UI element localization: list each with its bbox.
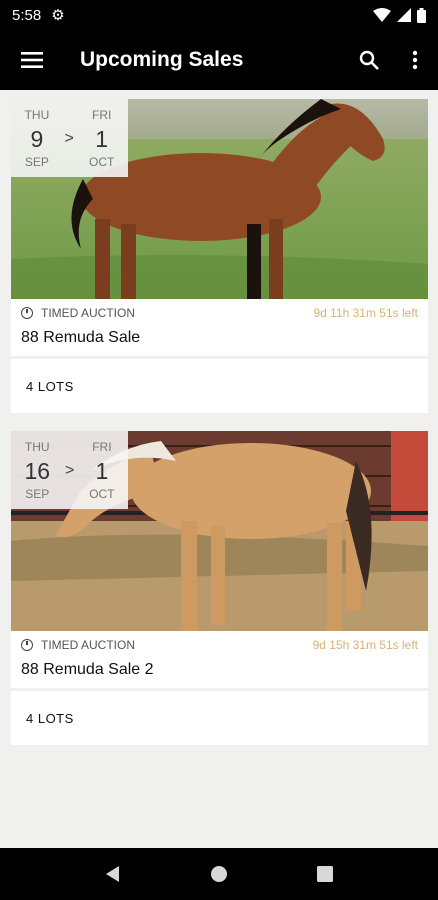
sale-image[interactable]: THU 9 SEP > FRI 1 OCT: [11, 99, 428, 299]
end-day-of-week: FRI: [92, 107, 112, 122]
settings-gear-icon: ⚙: [51, 7, 65, 24]
time-remaining: 9d 11h 31m 51s left: [313, 306, 418, 320]
end-month: OCT: [89, 154, 115, 169]
time-remaining: 9d 15h 31m 51s left: [312, 638, 418, 652]
sale-type: TIMED AUCTION: [41, 638, 136, 652]
lots-button[interactable]: 4 LOTS: [11, 359, 428, 413]
wifi-icon: [373, 8, 391, 22]
system-nav-bar: [0, 848, 438, 900]
end-day: 1: [95, 125, 109, 152]
start-month: SEP: [25, 486, 50, 501]
app-bar: Upcoming Sales: [0, 30, 438, 90]
start-day: 16: [24, 457, 51, 484]
status-time: 5:58: [12, 6, 42, 24]
sale-name: 88 Remuda Sale 2: [21, 661, 154, 678]
sale-name: 88 Remuda Sale: [21, 329, 141, 346]
status-bar: 5:58 ⚙: [0, 0, 438, 30]
end-day: 1: [95, 457, 109, 484]
start-day-of-week: THU: [24, 107, 50, 122]
more-vert-icon: [412, 50, 418, 70]
menu-button[interactable]: [0, 30, 64, 90]
date-range-separator: >: [64, 130, 74, 147]
start-day-of-week: THU: [24, 439, 50, 454]
sale-info[interactable]: TIMED AUCTION 9d 15h 31m 51s left 88 Rem…: [11, 631, 428, 688]
search-icon: [359, 50, 379, 70]
overflow-menu-button[interactable]: [392, 30, 438, 90]
recents-icon[interactable]: [316, 865, 334, 883]
battery-icon: [417, 7, 426, 23]
sale-dates: THU 9 SEP > FRI 1 OCT: [11, 99, 128, 177]
back-icon[interactable]: [104, 865, 122, 883]
sale-card[interactable]: THU 16 SEP > FRI 1 OCT TIMED AUCTION 9d …: [11, 431, 428, 745]
end-date: FRI 1 OCT: [89, 108, 114, 169]
end-month: OCT: [89, 486, 115, 501]
home-icon[interactable]: [210, 865, 228, 883]
end-day-of-week: FRI: [92, 439, 112, 454]
start-date: THU 16 SEP: [24, 440, 50, 501]
sale-card[interactable]: THU 9 SEP > FRI 1 OCT TIMED AUCTION 9d 1…: [11, 99, 428, 413]
page-title: Upcoming Sales: [80, 48, 244, 71]
search-button[interactable]: [346, 30, 392, 90]
sale-info[interactable]: TIMED AUCTION 9d 11h 31m 51s left 88 Rem…: [11, 299, 428, 356]
start-month: SEP: [24, 154, 49, 169]
start-day: 9: [30, 125, 44, 152]
clock-icon: [21, 307, 33, 319]
cell-signal-icon: [397, 8, 411, 22]
clock-icon: [21, 639, 33, 651]
sale-type: TIMED AUCTION: [41, 306, 136, 320]
sale-dates: THU 16 SEP > FRI 1 OCT: [11, 431, 128, 509]
end-date: FRI 1 OCT: [89, 440, 114, 501]
sales-list[interactable]: THU 9 SEP > FRI 1 OCT TIMED AUCTION 9d 1…: [0, 90, 438, 848]
start-date: THU 9 SEP: [25, 108, 50, 169]
lots-button[interactable]: 4 LOTS: [11, 691, 428, 745]
sale-image[interactable]: THU 16 SEP > FRI 1 OCT: [11, 431, 428, 631]
hamburger-menu-icon: [21, 52, 43, 68]
date-range-separator: >: [64, 462, 75, 479]
